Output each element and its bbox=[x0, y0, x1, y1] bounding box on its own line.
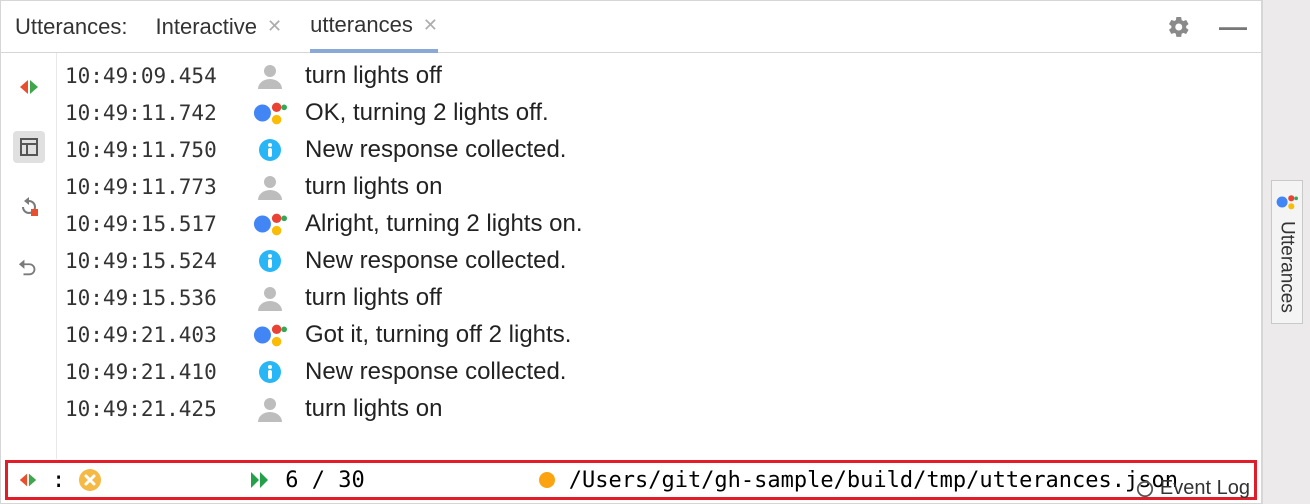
timestamp: 10:49:15.524 bbox=[65, 248, 235, 274]
user-icon bbox=[253, 284, 287, 312]
log-row: 10:49:11.773 turn lights on bbox=[65, 170, 1251, 207]
log-message: Got it, turning off 2 lights. bbox=[305, 322, 571, 348]
panel-title: Utterances: bbox=[15, 14, 128, 40]
minimize-icon[interactable]: — bbox=[1219, 22, 1247, 32]
log-row: 10:49:11.750 New response collected. bbox=[65, 133, 1251, 170]
log-message: Alright, turning 2 lights on. bbox=[305, 211, 583, 237]
info-icon bbox=[253, 247, 287, 275]
log-message: New response collected. bbox=[305, 359, 566, 385]
timestamp: 10:49:21.410 bbox=[65, 359, 235, 385]
tab-label: Interactive bbox=[156, 14, 258, 40]
layout-icon[interactable] bbox=[13, 131, 45, 163]
log-row: 10:49:09.454 turn lights off bbox=[65, 59, 1251, 96]
timestamp: 10:49:11.750 bbox=[65, 137, 235, 163]
timestamp: 10:49:09.454 bbox=[65, 63, 235, 89]
event-log-label: Event Log bbox=[1160, 477, 1250, 500]
log-message: New response collected. bbox=[305, 248, 566, 274]
assistant-icon bbox=[1276, 191, 1298, 213]
log-row: 10:49:11.742 OK, turning 2 lights off. bbox=[65, 96, 1251, 133]
assistant-icon bbox=[253, 321, 287, 349]
user-icon bbox=[253, 395, 287, 423]
user-icon bbox=[253, 173, 287, 201]
user-icon bbox=[253, 62, 287, 90]
log-message: turn lights on bbox=[305, 396, 442, 422]
right-tool-stripe: Utterances bbox=[1262, 0, 1310, 504]
log-pane[interactable]: 10:49:09.454 turn lights off 10:49:11.742 O… bbox=[57, 53, 1261, 459]
log-row: 10:49:15.517 Alright, turning 2 lights on… bbox=[65, 207, 1251, 244]
tab-utterances[interactable]: utterances ✕ bbox=[310, 2, 438, 53]
timestamp: 10:49:21.403 bbox=[65, 322, 235, 348]
log-message: turn lights off bbox=[305, 63, 442, 89]
close-icon[interactable]: ✕ bbox=[423, 15, 438, 36]
log-message: New response collected. bbox=[305, 137, 566, 163]
log-message: OK, turning 2 lights off. bbox=[305, 100, 549, 126]
tab-interactive[interactable]: Interactive ✕ bbox=[156, 1, 283, 52]
close-icon[interactable]: ✕ bbox=[267, 16, 282, 37]
vertical-toolbar bbox=[1, 53, 57, 459]
log-row: 10:49:15.524 New response collected. bbox=[65, 244, 1251, 281]
undo-icon[interactable] bbox=[13, 251, 45, 283]
log-row: 10:49:21.425 turn lights on bbox=[65, 392, 1251, 429]
info-icon bbox=[253, 358, 287, 386]
cancel-icon[interactable] bbox=[79, 469, 101, 491]
info-icon bbox=[253, 136, 287, 164]
status-dot-icon bbox=[539, 472, 555, 488]
assistant-icon bbox=[253, 210, 287, 238]
progress-counter: 6 / 30 bbox=[285, 468, 364, 493]
log-row: 10:49:21.410 New response collected. bbox=[65, 355, 1251, 392]
rerun-icon[interactable] bbox=[13, 191, 45, 223]
log-row: 10:49:15.536 turn lights off bbox=[65, 281, 1251, 318]
collapse-expand-icon[interactable] bbox=[18, 470, 38, 490]
status-bar: : 6 / 30 /Users/git/gh-sample/build/tmp/… bbox=[5, 460, 1257, 500]
side-tab-label: Utterances bbox=[1276, 221, 1298, 313]
timestamp: 10:49:15.536 bbox=[65, 285, 235, 311]
tab-label: utterances bbox=[310, 12, 413, 38]
timestamp: 10:49:11.773 bbox=[65, 174, 235, 200]
gear-icon[interactable] bbox=[1167, 15, 1191, 39]
assistant-icon bbox=[253, 99, 287, 127]
log-row: 10:49:21.403 Got it, turning off 2 lights… bbox=[65, 318, 1251, 355]
tool-window-header: Utterances: Interactive ✕ utterances ✕ — bbox=[1, 1, 1261, 53]
status-colon: : bbox=[52, 468, 65, 493]
side-tab-utterances[interactable]: Utterances bbox=[1271, 180, 1303, 324]
log-message: turn lights off bbox=[305, 285, 442, 311]
event-log-link[interactable]: Event Log bbox=[1136, 477, 1250, 500]
timestamp: 10:49:11.742 bbox=[65, 100, 235, 126]
collapse-expand-icon[interactable] bbox=[13, 71, 45, 103]
timestamp: 10:49:21.425 bbox=[65, 396, 235, 422]
file-path: /Users/git/gh-sample/build/tmp/utterance… bbox=[569, 468, 1178, 493]
play-icon[interactable] bbox=[249, 470, 271, 490]
log-message: turn lights on bbox=[305, 174, 442, 200]
timestamp: 10:49:15.517 bbox=[65, 211, 235, 237]
